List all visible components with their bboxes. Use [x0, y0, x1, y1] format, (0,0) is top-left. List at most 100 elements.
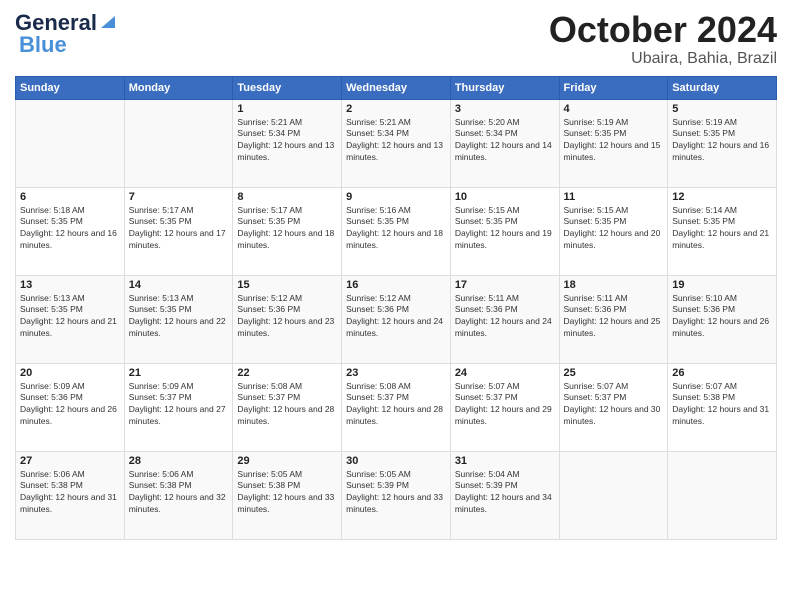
day-number: 3: [455, 103, 555, 115]
day-number: 21: [129, 367, 229, 379]
day-info: Sunrise: 5:13 AM Sunset: 5:35 PM Dayligh…: [129, 293, 229, 341]
day-info: Sunrise: 5:10 AM Sunset: 5:36 PM Dayligh…: [672, 293, 772, 341]
day-cell: 5Sunrise: 5:19 AM Sunset: 5:35 PM Daylig…: [668, 99, 777, 187]
day-number: 23: [346, 367, 446, 379]
day-cell: 13 Sunrise: 5:13 AM Sunset: 5:35 PM Dayli…: [16, 275, 125, 363]
day-cell: 27 Sunrise: 5:06 AM Sunset: 5:38 PM Dayli…: [16, 451, 125, 539]
day-number: 12: [672, 191, 772, 203]
day-info: Sunrise: 5:14 AM Sunset: 5:35 PM Dayligh…: [672, 205, 772, 253]
location: Ubaira, Bahia, Brazil: [549, 50, 777, 68]
week-row-2: 6Sunrise: 5:18 AM Sunset: 5:35 PM Daylig…: [16, 187, 777, 275]
col-wednesday: Wednesday: [342, 76, 451, 99]
day-info: Sunrise: 5:11 AM Sunset: 5:36 PM Dayligh…: [455, 293, 555, 341]
day-number: 9: [346, 191, 446, 203]
day-info: Sunrise: 5:09 AM Sunset: 5:36 PM Dayligh…: [20, 381, 120, 429]
week-row-1: 1Sunrise: 5:21 AM Sunset: 5:34 PM Daylig…: [16, 99, 777, 187]
day-number: 26: [672, 367, 772, 379]
day-info: Sunrise: 5:09 AM Sunset: 5:37 PM Dayligh…: [129, 381, 229, 429]
day-info: Sunrise: 5:06 AM Sunset: 5:38 PM Dayligh…: [20, 469, 120, 517]
day-info: Sunrise: 5:05 AM Sunset: 5:39 PM Dayligh…: [346, 469, 446, 517]
col-saturday: Saturday: [668, 76, 777, 99]
day-info: Sunrise: 5:20 AM Sunset: 5:34 PM Dayligh…: [455, 117, 555, 165]
day-info: Sunrise: 5:11 AM Sunset: 5:36 PM Dayligh…: [564, 293, 664, 341]
day-cell: 8 Sunrise: 5:17 AM Sunset: 5:35 PM Daylig…: [233, 187, 342, 275]
day-info: Sunrise: 5:06 AM Sunset: 5:38 PM Dayligh…: [129, 469, 229, 517]
day-info: Sunrise: 5:12 AM Sunset: 5:36 PM Dayligh…: [237, 293, 337, 341]
logo-blue: Blue: [19, 32, 67, 58]
day-cell: 1Sunrise: 5:21 AM Sunset: 5:34 PM Daylig…: [233, 99, 342, 187]
day-number: 15: [237, 279, 337, 291]
day-number: 28: [129, 455, 229, 467]
day-cell: 10 Sunrise: 5:15 AM Sunset: 5:35 PM Dayli…: [450, 187, 559, 275]
col-tuesday: Tuesday: [233, 76, 342, 99]
day-number: 17: [455, 279, 555, 291]
title-section: October 2024 Ubaira, Bahia, Brazil: [549, 10, 777, 68]
col-thursday: Thursday: [450, 76, 559, 99]
day-number: 18: [564, 279, 664, 291]
day-cell: [16, 99, 125, 187]
day-info: Sunrise: 5:16 AM Sunset: 5:35 PM Dayligh…: [346, 205, 446, 253]
day-info: Sunrise: 5:15 AM Sunset: 5:35 PM Dayligh…: [455, 205, 555, 253]
day-number: 30: [346, 455, 446, 467]
day-cell: 25Sunrise: 5:07 AM Sunset: 5:37 PM Dayli…: [559, 363, 668, 451]
day-cell: 17 Sunrise: 5:11 AM Sunset: 5:36 PM Dayli…: [450, 275, 559, 363]
day-cell: [559, 451, 668, 539]
day-cell: 12 Sunrise: 5:14 AM Sunset: 5:35 PM Dayli…: [668, 187, 777, 275]
day-info: Sunrise: 5:07 AM Sunset: 5:37 PM Dayligh…: [564, 381, 664, 429]
day-cell: 4 Sunrise: 5:19 AM Sunset: 5:35 PM Daylig…: [559, 99, 668, 187]
calendar-header: Sunday Monday Tuesday Wednesday Thursday…: [16, 76, 777, 99]
week-row-4: 20Sunrise: 5:09 AM Sunset: 5:36 PM Dayli…: [16, 363, 777, 451]
day-cell: 26 Sunrise: 5:07 AM Sunset: 5:38 PM Dayli…: [668, 363, 777, 451]
day-cell: 29Sunrise: 5:05 AM Sunset: 5:38 PM Dayli…: [233, 451, 342, 539]
day-info: Sunrise: 5:21 AM Sunset: 5:34 PM Dayligh…: [346, 117, 446, 165]
col-monday: Monday: [124, 76, 233, 99]
day-info: Sunrise: 5:17 AM Sunset: 5:35 PM Dayligh…: [237, 205, 337, 253]
day-number: 24: [455, 367, 555, 379]
day-cell: 23Sunrise: 5:08 AM Sunset: 5:37 PM Dayli…: [342, 363, 451, 451]
day-cell: 20Sunrise: 5:09 AM Sunset: 5:36 PM Dayli…: [16, 363, 125, 451]
day-cell: 3 Sunrise: 5:20 AM Sunset: 5:34 PM Daylig…: [450, 99, 559, 187]
day-number: 22: [237, 367, 337, 379]
day-cell: 14 Sunrise: 5:13 AM Sunset: 5:35 PM Dayli…: [124, 275, 233, 363]
day-cell: 21 Sunrise: 5:09 AM Sunset: 5:37 PM Dayli…: [124, 363, 233, 451]
day-info: Sunrise: 5:17 AM Sunset: 5:35 PM Dayligh…: [129, 205, 229, 253]
day-number: 31: [455, 455, 555, 467]
day-info: Sunrise: 5:07 AM Sunset: 5:38 PM Dayligh…: [672, 381, 772, 429]
day-cell: 6Sunrise: 5:18 AM Sunset: 5:35 PM Daylig…: [16, 187, 125, 275]
day-number: 14: [129, 279, 229, 291]
day-cell: 18 Sunrise: 5:11 AM Sunset: 5:36 PM Dayli…: [559, 275, 668, 363]
month-title: October 2024: [549, 10, 777, 50]
day-number: 10: [455, 191, 555, 203]
day-cell: 22 Sunrise: 5:08 AM Sunset: 5:37 PM Dayli…: [233, 363, 342, 451]
day-number: 5: [672, 103, 772, 115]
day-cell: 19 Sunrise: 5:10 AM Sunset: 5:36 PM Dayli…: [668, 275, 777, 363]
day-number: 4: [564, 103, 664, 115]
week-row-5: 27 Sunrise: 5:06 AM Sunset: 5:38 PM Dayli…: [16, 451, 777, 539]
day-cell: 2 Sunrise: 5:21 AM Sunset: 5:34 PM Daylig…: [342, 99, 451, 187]
day-number: 13: [20, 279, 120, 291]
header-row: Sunday Monday Tuesday Wednesday Thursday…: [16, 76, 777, 99]
day-number: 8: [237, 191, 337, 203]
day-number: 19: [672, 279, 772, 291]
day-info: Sunrise: 5:15 AM Sunset: 5:35 PM Dayligh…: [564, 205, 664, 253]
day-cell: [668, 451, 777, 539]
day-info: Sunrise: 5:21 AM Sunset: 5:34 PM Dayligh…: [237, 117, 337, 165]
day-cell: 30 Sunrise: 5:05 AM Sunset: 5:39 PM Dayli…: [342, 451, 451, 539]
day-info: Sunrise: 5:13 AM Sunset: 5:35 PM Dayligh…: [20, 293, 120, 341]
day-number: 2: [346, 103, 446, 115]
day-cell: 16Sunrise: 5:12 AM Sunset: 5:36 PM Dayli…: [342, 275, 451, 363]
day-info: Sunrise: 5:08 AM Sunset: 5:37 PM Dayligh…: [237, 381, 337, 429]
day-info: Sunrise: 5:19 AM Sunset: 5:35 PM Dayligh…: [564, 117, 664, 165]
day-cell: 15 Sunrise: 5:12 AM Sunset: 5:36 PM Dayli…: [233, 275, 342, 363]
day-cell: 7 Sunrise: 5:17 AM Sunset: 5:35 PM Daylig…: [124, 187, 233, 275]
day-info: Sunrise: 5:18 AM Sunset: 5:35 PM Dayligh…: [20, 205, 120, 253]
day-number: 27: [20, 455, 120, 467]
day-info: Sunrise: 5:04 AM Sunset: 5:39 PM Dayligh…: [455, 469, 555, 517]
day-cell: 11Sunrise: 5:15 AM Sunset: 5:35 PM Dayli…: [559, 187, 668, 275]
day-cell: 31 Sunrise: 5:04 AM Sunset: 5:39 PM Dayli…: [450, 451, 559, 539]
col-sunday: Sunday: [16, 76, 125, 99]
week-row-3: 13 Sunrise: 5:13 AM Sunset: 5:35 PM Dayli…: [16, 275, 777, 363]
day-cell: 28 Sunrise: 5:06 AM Sunset: 5:38 PM Dayli…: [124, 451, 233, 539]
day-number: 29: [237, 455, 337, 467]
day-number: 7: [129, 191, 229, 203]
